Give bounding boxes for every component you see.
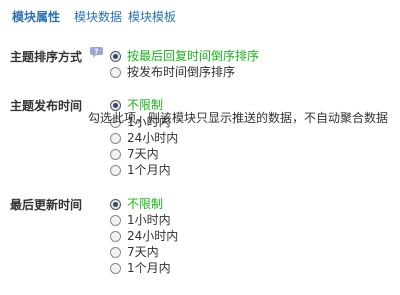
- publish-option-7d[interactable]: 7天内: [110, 146, 159, 162]
- option-label: 1个月内: [127, 163, 171, 177]
- update-option-1m[interactable]: 1个月内: [110, 260, 171, 276]
- radio-icon[interactable]: [110, 50, 121, 62]
- update-option-1h[interactable]: 1小时内: [110, 212, 171, 228]
- option-label: 按最后回复时间倒序排序: [127, 49, 260, 63]
- radio-icon[interactable]: [110, 198, 121, 210]
- radio-icon[interactable]: [110, 132, 121, 144]
- publish-time-label: 主题发布时间: [10, 99, 83, 113]
- last-update-label: 最后更新时间: [10, 198, 83, 212]
- radio-icon[interactable]: [110, 99, 121, 111]
- publish-option-24h[interactable]: 24小时内: [110, 130, 178, 146]
- radio-icon[interactable]: [110, 246, 121, 258]
- radio-icon[interactable]: [110, 66, 121, 78]
- radio-icon[interactable]: [110, 164, 121, 176]
- option-label: 不限制: [127, 197, 164, 211]
- option-label: 1小时内: [127, 213, 171, 227]
- update-option-unlimited[interactable]: 不限制: [110, 196, 163, 212]
- sort-option-last-reply[interactable]: 按最后回复时间倒序排序: [110, 48, 259, 64]
- option-label: 24小时内: [127, 229, 179, 243]
- option-label: 7天内: [127, 245, 159, 259]
- tab-module-template[interactable]: 模块模板: [128, 8, 176, 26]
- radio-icon[interactable]: [110, 214, 121, 226]
- option-label: 7天内: [127, 147, 159, 161]
- sort-option-publish-time[interactable]: 按发布时间倒序排序: [110, 64, 235, 80]
- svg-text:?: ?: [94, 48, 98, 56]
- option-label: 按发布时间倒序排序: [127, 65, 236, 79]
- help-tooltip: 勾选此项，则该模块只显示推送的数据，不自动聚合数据: [88, 111, 389, 125]
- tab-module-data[interactable]: 模块数据: [74, 8, 122, 26]
- sort-order-label: 主题排序方式: [10, 50, 83, 64]
- radio-icon[interactable]: [110, 230, 121, 242]
- tab-module-properties[interactable]: 模块属性: [12, 8, 60, 26]
- publish-option-1m[interactable]: 1个月内: [110, 162, 171, 178]
- option-label: 1个月内: [127, 261, 171, 275]
- update-option-7d[interactable]: 7天内: [110, 244, 159, 260]
- update-option-24h[interactable]: 24小时内: [110, 228, 178, 244]
- radio-icon[interactable]: [110, 148, 121, 160]
- option-label: 24小时内: [127, 131, 179, 145]
- radio-icon[interactable]: [110, 262, 121, 274]
- question-bubble-icon[interactable]: ?: [90, 47, 103, 58]
